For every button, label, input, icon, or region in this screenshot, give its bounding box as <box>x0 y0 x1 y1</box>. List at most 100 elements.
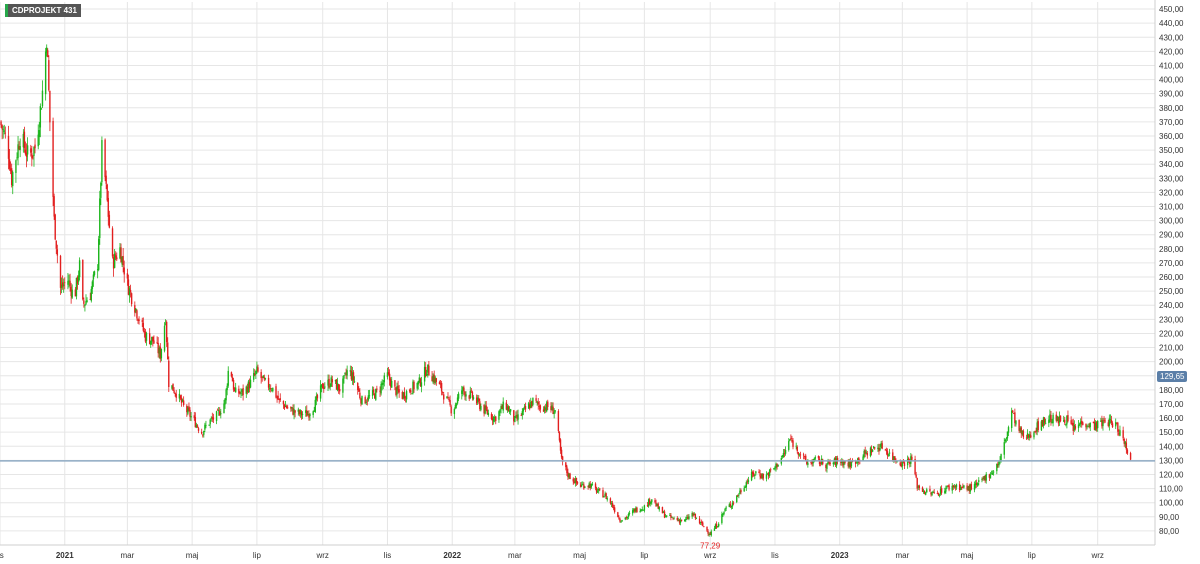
candle-body <box>1126 449 1129 454</box>
min-value-label: 77,29 <box>700 542 721 551</box>
candle-body <box>52 120 54 197</box>
x-tick-label: maj <box>961 551 974 560</box>
y-tick-label: 380,00 <box>1159 104 1184 113</box>
x-tick-label: mar <box>508 551 522 560</box>
candle-body <box>918 485 921 488</box>
candle-body <box>365 402 367 403</box>
candle-body <box>55 240 57 249</box>
y-tick-label: 440,00 <box>1159 19 1184 28</box>
candle-body <box>522 408 525 412</box>
candle-body <box>111 228 114 257</box>
candle-body <box>768 469 771 476</box>
candle-body <box>361 396 363 405</box>
x-tick-label: 2021 <box>56 551 74 560</box>
candle-body <box>82 259 84 300</box>
candle-body <box>441 391 444 393</box>
candle-body <box>215 411 218 421</box>
candle-body <box>717 523 720 527</box>
y-tick-label: 450,00 <box>1159 5 1184 14</box>
candle-body <box>203 430 205 435</box>
candle-body <box>557 411 560 432</box>
candle-body <box>745 482 747 488</box>
candle-body <box>142 322 145 331</box>
candle-body <box>172 383 174 391</box>
candle-body <box>53 196 55 217</box>
candle-body <box>242 387 244 396</box>
candle-body <box>565 462 567 468</box>
candle-body <box>792 440 794 447</box>
candle-body <box>743 488 745 492</box>
candle-body <box>380 384 382 394</box>
candle-body <box>627 513 630 518</box>
candle-body <box>78 260 81 278</box>
candle-body <box>758 471 760 474</box>
candle-body <box>1109 418 1112 420</box>
candle-body <box>447 397 449 398</box>
candle-body <box>209 419 211 425</box>
candle-body <box>357 383 359 391</box>
candle-body <box>420 382 423 387</box>
candle-body <box>1010 410 1013 428</box>
candle-body <box>495 416 497 422</box>
candle-body <box>724 508 726 511</box>
candle-body <box>4 132 7 134</box>
candle-body <box>1043 417 1046 423</box>
candle-body <box>173 390 175 393</box>
candle-body <box>539 405 542 410</box>
candle-body <box>924 492 927 495</box>
candle-body <box>453 408 456 415</box>
y-tick-label: 110,00 <box>1159 485 1183 494</box>
candle-body <box>480 406 482 410</box>
candle-body <box>101 140 103 183</box>
candle-body <box>609 498 612 504</box>
candle-body <box>394 380 396 387</box>
candle-body <box>695 517 698 519</box>
candle-body <box>230 372 233 377</box>
candle-body <box>1005 438 1008 439</box>
x-tick-label: 2022 <box>443 551 461 560</box>
candle-body <box>122 256 124 266</box>
candle-body <box>874 447 876 449</box>
candle-body <box>558 432 561 441</box>
y-tick-label: 200,00 <box>1159 358 1184 367</box>
candle-body <box>316 395 319 399</box>
candle-body <box>1022 430 1025 438</box>
candle-body <box>945 488 947 492</box>
candle-body <box>879 448 881 451</box>
x-tick-label: wrz <box>315 551 328 560</box>
candle-body <box>799 454 802 456</box>
candle-body <box>141 320 143 322</box>
candle-body <box>703 526 705 528</box>
candle-body <box>40 108 43 110</box>
candle-body <box>559 439 562 451</box>
candle-body <box>33 147 35 157</box>
candle-body <box>309 414 311 417</box>
candle-body <box>487 412 490 416</box>
candle-body <box>440 382 443 392</box>
candle-body <box>509 409 512 412</box>
candle-body <box>802 454 805 456</box>
candle-body <box>372 389 375 393</box>
candle-body <box>339 389 341 392</box>
candle-body <box>537 401 539 405</box>
x-tick-label: lis <box>0 551 4 560</box>
candle-body <box>713 528 716 531</box>
candle-body <box>1129 453 1132 460</box>
candle-body <box>1064 419 1066 423</box>
candle-body <box>498 411 500 420</box>
candle-body <box>650 501 652 504</box>
candle-body <box>67 280 69 285</box>
candle-body <box>688 516 690 519</box>
y-tick-label: 210,00 <box>1159 344 1184 353</box>
candle-body <box>844 461 846 463</box>
candle-body <box>707 531 709 534</box>
candle-body <box>83 300 85 304</box>
candle-body <box>123 267 125 275</box>
ticker-badge-value: 431 <box>63 6 77 15</box>
candle-body <box>896 461 898 463</box>
candle-body <box>1096 420 1099 429</box>
candle-body <box>521 411 523 416</box>
candle-body <box>130 293 133 305</box>
candle-body <box>1050 415 1052 422</box>
candle-body <box>1077 424 1080 429</box>
